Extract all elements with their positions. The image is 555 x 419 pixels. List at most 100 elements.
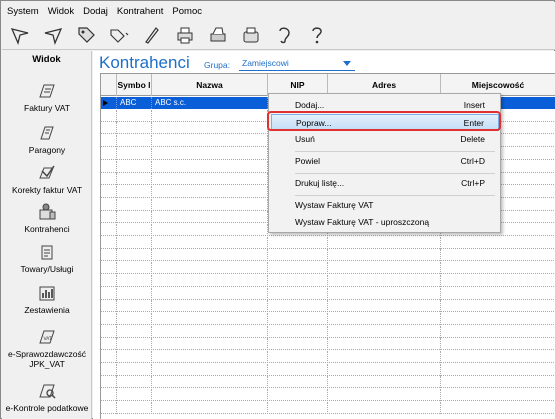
table-row[interactable] [101,274,555,287]
sidebar-item-korekty[interactable]: Korekty faktur VAT [2,163,92,195]
table-row[interactable] [101,363,555,376]
table-cell-miejscowosc [441,313,555,325]
table-row[interactable] [101,262,555,275]
table-cell-adres [328,287,441,300]
table-cell-miejscowosc [441,364,555,376]
context-item-wystaw-uproszczona[interactable]: Wystaw Fakturę VAT - uproszczoną [271,214,499,231]
goods-icon [41,245,53,260]
table-cell-nazwa [152,249,268,262]
table-cell-nazwa [152,338,268,351]
ear-button[interactable] [272,23,296,47]
table-row[interactable] [101,312,555,325]
tag-button[interactable] [74,23,98,47]
page-title: Kontrahenci [99,53,190,72]
sidebar-item-e-kontrole[interactable]: e-Kontrole podatkowe [2,381,92,413]
table-cell-nip [268,249,328,262]
table-cell-nazwa [152,401,268,414]
sidebar-item-paragony[interactable]: Paragony [2,123,92,155]
table-row[interactable] [101,351,555,363]
table-row[interactable] [101,401,555,414]
row-indicator [101,351,117,363]
context-item-drukuj[interactable]: Drukuj listę... Ctrl+P [271,175,499,192]
menu-dodaj[interactable]: Dodaj [83,6,108,17]
fax-button[interactable] [239,23,263,47]
table-cell-miejscowosc [441,376,555,388]
table-cell-symbol [117,351,152,363]
fax-icon [243,27,259,42]
table-cell-adres [328,401,441,414]
tags-icon [110,28,129,43]
arrow-left-button[interactable] [8,23,32,47]
table-row[interactable] [101,300,555,313]
row-indicator [101,363,117,376]
sidebar-item-label: Towary/Usługi [20,264,74,274]
table-cell-symbol [117,300,152,313]
table-cell-symbol [117,173,152,186]
menu-widok[interactable]: Widok [48,6,74,17]
table-cell-symbol [117,198,152,211]
row-indicator [101,287,117,300]
arrow-right-icon [44,27,63,45]
column-header-nazwa[interactable]: Nazwa [152,74,268,96]
table-cell-symbol [117,363,152,376]
table-cell-nip [268,325,328,338]
context-item-label: Usuń [295,134,315,144]
menu-kontrahent[interactable]: Kontrahent [117,6,163,17]
print-settings-button[interactable] [206,23,230,47]
help-button[interactable] [305,23,329,47]
table-row[interactable] [101,325,555,338]
table-cell-nazwa [152,376,268,389]
sidebar-item-faktury-vat[interactable]: Faktury VAT [2,81,92,113]
table-cell-adres [328,376,441,389]
table-cell-adres [328,249,441,262]
table-cell-nazwa [152,122,268,135]
sidebar-item-label: Faktury VAT [24,103,70,113]
table-cell-symbol [117,122,152,135]
table-cell-nazwa [152,224,268,236]
row-indicator [101,185,117,198]
sidebar-item-label: Zestawienia [24,305,70,315]
tags-button[interactable] [107,23,131,47]
sidebar-item-kontrahenci[interactable]: Kontrahenci [2,202,92,234]
menu-system[interactable]: System [7,6,39,17]
table-cell-adres [328,325,441,338]
table-cell-nazwa [152,325,268,338]
arrow-right-button[interactable] [41,23,65,47]
row-indicator [101,211,117,224]
table-cell-symbol [117,325,152,338]
row-indicator [101,160,117,173]
table-cell-miejscowosc [441,249,555,261]
table-row[interactable] [101,236,555,249]
table-cell-symbol [117,160,152,173]
context-separator [295,195,495,196]
table-row[interactable] [101,338,555,351]
row-indicator [101,312,117,325]
sidebar-item-jpk[interactable]: VAT e-Sprawozdawczość JPK_VAT [2,327,92,369]
table-cell-nazwa [152,300,268,313]
context-item-usun[interactable]: Usuń Delete [271,131,499,148]
print-button[interactable] [173,23,197,47]
column-header-symbol[interactable]: Symbo l [117,74,152,96]
grupa-select[interactable]: Zamiejscowi [239,57,355,71]
row-indicator [101,135,117,148]
context-item-powiel[interactable]: Powiel Ctrl+D [271,153,499,170]
row-indicator [101,122,117,135]
table-row[interactable] [101,249,555,262]
table-row[interactable] [101,376,555,389]
menu-pomoc[interactable]: Pomoc [172,6,202,17]
table-row[interactable] [101,287,555,300]
context-item-shortcut: Ctrl+P [461,178,485,188]
table-cell-miejscowosc [441,351,555,363]
sidebar-item-label: e-Kontrole podatkowe [5,403,89,413]
sidebar-item-towary[interactable]: Towary/Usługi [2,242,92,274]
table-cell-adres [328,274,441,287]
context-item-wystaw-fakture[interactable]: Wystaw Fakturę VAT [271,197,499,214]
table-cell-nazwa [152,160,268,173]
table-row[interactable] [101,389,555,402]
current-row-arrow-icon [103,100,108,106]
pen-button[interactable] [140,23,164,47]
table-cell-nip [268,363,328,376]
table-cell-symbol [117,262,152,275]
row-indicator [101,236,117,249]
sidebar-item-zestawienia[interactable]: Zestawienia [2,283,92,315]
